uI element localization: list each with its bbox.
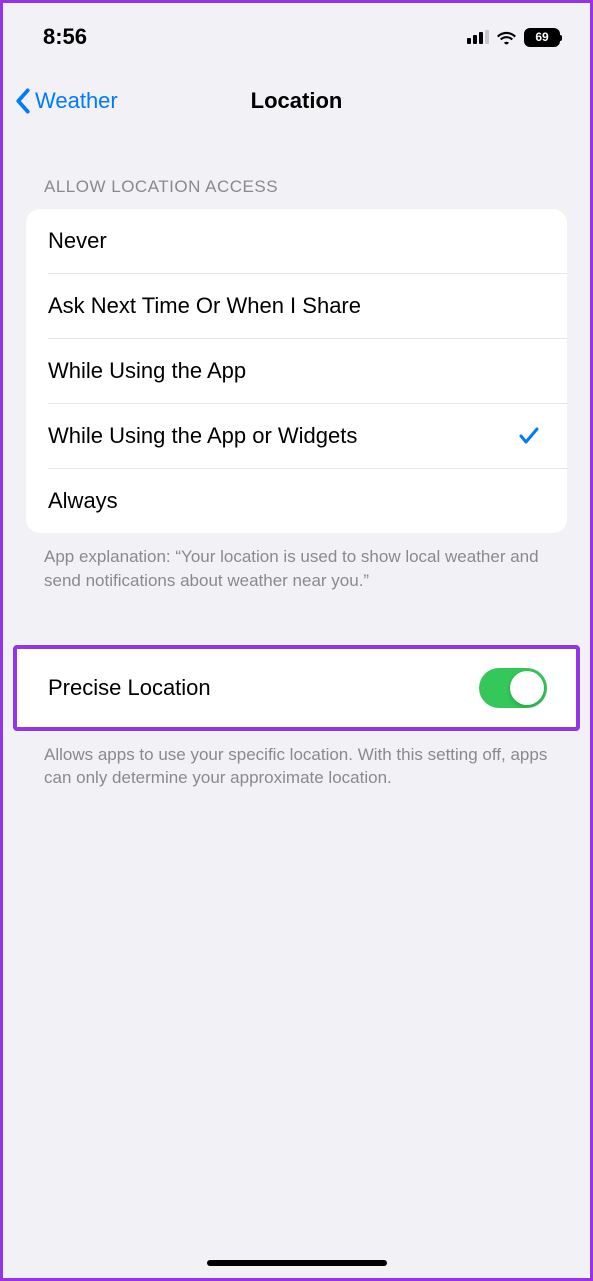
option-label: Ask Next Time Or When I Share <box>48 293 361 319</box>
highlighted-precise-location: Precise Location <box>13 645 580 731</box>
section-header-access: ALLOW LOCATION ACCESS <box>26 127 567 209</box>
location-access-list: Never Ask Next Time Or When I Share Whil… <box>26 209 567 533</box>
option-label: While Using the App <box>48 358 246 384</box>
access-footer: App explanation: “Your location is used … <box>26 533 567 593</box>
option-label: While Using the App or Widgets <box>48 423 357 449</box>
option-label: Always <box>48 488 118 514</box>
battery-level: 69 <box>535 30 548 44</box>
option-never[interactable]: Never <box>26 209 567 273</box>
option-ask-next-time[interactable]: Ask Next Time Or When I Share <box>48 273 567 338</box>
home-indicator[interactable] <box>207 1260 387 1266</box>
navigation-bar: Weather Location <box>3 63 590 127</box>
precise-location-label: Precise Location <box>48 675 211 701</box>
page-title: Location <box>251 88 343 114</box>
option-always[interactable]: Always <box>48 468 567 533</box>
option-label: Never <box>48 228 107 254</box>
back-button[interactable]: Weather <box>15 88 118 114</box>
status-icons: 69 <box>467 28 560 47</box>
precise-location-toggle[interactable] <box>479 668 547 708</box>
battery-icon: 69 <box>524 28 560 47</box>
precise-footer: Allows apps to use your specific locatio… <box>26 731 567 791</box>
option-while-using-app[interactable]: While Using the App <box>48 338 567 403</box>
status-bar: 8:56 69 <box>3 3 590 63</box>
status-time: 8:56 <box>43 24 87 50</box>
option-while-using-app-or-widgets[interactable]: While Using the App or Widgets <box>48 403 567 468</box>
precise-location-row: Precise Location <box>26 649 567 727</box>
wifi-icon <box>496 29 517 45</box>
cellular-signal-icon <box>467 30 489 44</box>
chevron-left-icon <box>15 88 31 114</box>
checkmark-icon <box>517 424 541 448</box>
back-label: Weather <box>35 88 118 114</box>
